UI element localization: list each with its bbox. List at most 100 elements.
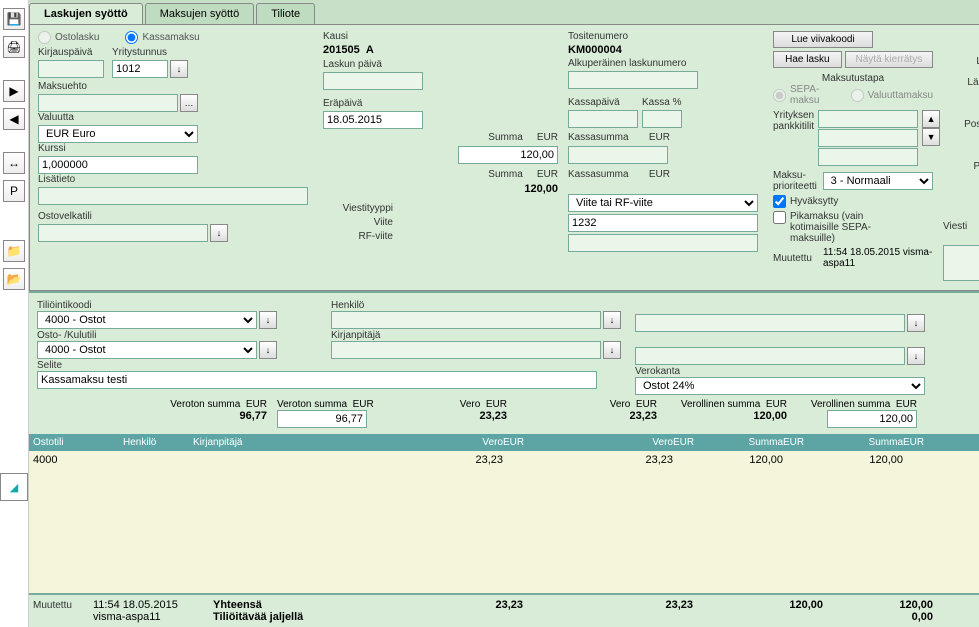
valuutta-select[interactable]: EUR Euro [38, 125, 198, 143]
lbl-veroton2: Veroton summa [277, 399, 347, 410]
yritystunnus-input[interactable] [112, 60, 168, 78]
verollinen2-input[interactable] [827, 410, 917, 428]
extra2-input[interactable] [635, 347, 905, 365]
rfviite-input[interactable] [568, 234, 758, 252]
erapaiva-input[interactable] [323, 111, 423, 129]
verollinen1-val: 120,00 [657, 410, 787, 428]
lbl-vero2: Vero [610, 399, 631, 410]
maksuehto-input[interactable] [38, 94, 178, 112]
viesti-textarea[interactable] [943, 245, 979, 281]
folder-open-icon[interactable]: 📂 [3, 268, 25, 290]
verokanta-select[interactable]: Ostot 24% [635, 377, 925, 395]
radio-kassamaksu[interactable] [125, 31, 138, 44]
tab-laskujen[interactable]: Laskujen syöttö [29, 3, 143, 24]
ostokulutili-lookup-button[interactable]: ↓ [259, 341, 277, 359]
yritystunnus-lookup-button[interactable]: ↓ [170, 60, 188, 78]
save-icon[interactable]: 💾 [3, 8, 25, 30]
tab-tiliote[interactable]: Tiliote [256, 3, 315, 24]
yritys-pankki-3[interactable] [818, 148, 918, 166]
extra1-input[interactable] [635, 314, 905, 332]
lbl-yritystunnus: Yritystunnus [112, 47, 192, 58]
lbl-verollinen1: Verollinen summa [681, 399, 760, 410]
h-eur1: EUR [503, 437, 543, 448]
expand-icon[interactable]: ↔ [3, 152, 25, 174]
laskun-paiva-input[interactable] [323, 72, 423, 90]
tiliointi-lookup-button[interactable]: ↓ [259, 311, 277, 329]
lbl-tiliointi: Tiliöintikoodi [37, 300, 92, 311]
radio-sepa [773, 89, 786, 102]
lbl-yritys-pankki: Yrityksen pankkitilit [773, 110, 814, 132]
extra2-lookup-button[interactable]: ↓ [907, 347, 925, 365]
cell-sum2: 120,00 [823, 454, 903, 466]
lbl-ostolasku: Ostolasku [55, 32, 99, 43]
alkup-input[interactable] [568, 71, 698, 89]
ostovelkatili-lookup-button[interactable]: ↓ [210, 224, 228, 242]
kirjauspaiva-input[interactable] [38, 60, 104, 78]
cell-tili: 4000 [33, 454, 123, 466]
print-icon[interactable]: 🖨 [3, 36, 25, 58]
h-eur2: EUR [673, 437, 713, 448]
ostokulutili-select[interactable]: 4000 - Ostot [37, 341, 257, 359]
lbl-erapaiva: Eräpäivä [323, 98, 558, 109]
maksuehto-lookup-button[interactable]: … [180, 94, 198, 112]
lbl-valuutta: Valuutta [38, 112, 313, 123]
lbl-rfviite: RF-viite [323, 231, 393, 242]
kurssi-input[interactable] [38, 156, 198, 174]
lbl-kassapaiva: Kassapäivä [568, 97, 638, 108]
sidebar: 💾 🖨 ▶ ◀ ↔ P 📁 📂 ◢ [0, 0, 29, 627]
kassapaiva-input[interactable] [568, 110, 638, 128]
yritys-pankki-1[interactable] [818, 110, 918, 128]
lbl-selite: Selite [37, 360, 62, 371]
pankki-up-button[interactable]: ▲ [922, 110, 940, 128]
henkilo-input[interactable] [331, 311, 601, 329]
kassasumma1-input[interactable] [568, 146, 668, 164]
lbl-kassasumma1: Kassasumma [568, 132, 629, 143]
lbl-veroton1: Veroton summa [170, 399, 240, 410]
foot-v2: 23,23 [523, 599, 693, 623]
table-row[interactable]: 4000 23,23 23,23 120,00 120,00 [29, 451, 979, 469]
lbl-nimi: Nimi [943, 35, 979, 46]
hae-lasku-button[interactable]: Hae lasku [773, 51, 842, 68]
henkilo-lookup-button[interactable]: ↓ [603, 311, 621, 329]
lbl-kassasumma2: Kassasumma [568, 169, 629, 180]
folder-icon[interactable]: 📁 [3, 240, 25, 262]
veroton2-input[interactable] [277, 410, 367, 428]
lisatieto-input[interactable] [38, 187, 308, 205]
h-vero2: Vero [623, 437, 673, 448]
lbl-maksuprior: Maksu-prioriteetti [773, 170, 819, 192]
viite-input[interactable] [568, 214, 758, 232]
lbl-vero1: Vero [460, 399, 481, 410]
kirjanpitaja-input[interactable] [331, 341, 601, 359]
lbl-valuuttamaksu: Valuuttamaksu [868, 90, 933, 101]
nayta-kierratys-button[interactable]: Näytä kierrätys [845, 51, 933, 68]
arrow-right-icon[interactable]: ▶ [3, 80, 25, 102]
tab-maksujen[interactable]: Maksujen syöttö [145, 3, 254, 24]
maksuprior-select[interactable]: 3 - Normaali [823, 172, 933, 190]
p-button[interactable]: P [3, 180, 25, 202]
summa-input[interactable] [458, 146, 558, 164]
pankki-down-button[interactable]: ▼ [922, 128, 940, 146]
lue-viivakoodi-button[interactable]: Lue viivakoodi [773, 31, 873, 48]
arrow-left-icon[interactable]: ◀ [3, 108, 25, 130]
radio-ostolasku [38, 31, 51, 44]
lbl-maksutapa: Maksutustapa [822, 73, 884, 84]
lbl-kausi: Kausi [323, 31, 374, 42]
lbl-kirjanpitaja: Kirjanpitäjä [331, 330, 380, 341]
lbl-alkup: Alkuperäinen laskunumero [568, 58, 763, 69]
viestityyppi-select[interactable]: Viite tai RF-viite [568, 194, 758, 212]
yritys-pankki-2[interactable] [818, 129, 918, 147]
kirjanpitaja-lookup-button[interactable]: ↓ [603, 341, 621, 359]
grid-footer: Muutettu 11:54 18.05.2015 visma-aspa11 Y… [29, 593, 979, 627]
lbl-viite: Viite [323, 217, 393, 228]
h-ostotili: Ostotili [33, 437, 123, 448]
kassapct-input[interactable] [642, 110, 682, 128]
h-summa2: Summa [823, 437, 903, 448]
foot-rem: 0,00 [823, 611, 933, 623]
chk-hyvaksytty[interactable] [773, 195, 786, 208]
extra1-lookup-button[interactable]: ↓ [907, 314, 925, 332]
ostovelkatili-input[interactable] [38, 224, 208, 242]
lbl-eur1: EUR [537, 132, 558, 143]
lbl-lisanimi: Lisänimi [943, 56, 979, 67]
tiliointi-select[interactable]: 4000 - Ostot [37, 311, 257, 329]
chk-pikamaksu[interactable] [773, 211, 786, 224]
